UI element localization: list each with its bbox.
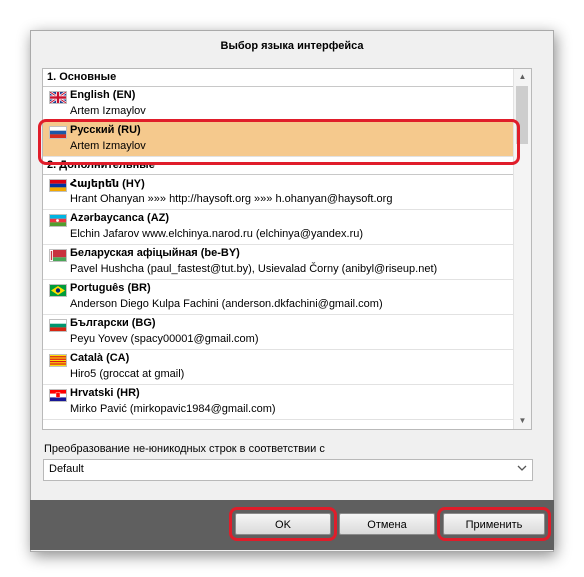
language-name: Беларуская афіцыйная (be-BY)	[70, 247, 240, 259]
encoding-select[interactable]: Default	[43, 459, 533, 481]
chevron-down-icon[interactable]	[516, 462, 528, 477]
language-author: Hrant Ohanyan »»» http://haysoft.org »»»…	[70, 193, 393, 205]
language-item-be[interactable]: Беларуская афіцыйная (be-BY) Pavel Hushc…	[43, 245, 513, 280]
language-name: Български (BG)	[70, 317, 156, 329]
language-name: English (EN)	[70, 89, 136, 101]
language-author: Peyu Yovev (spacy00001@gmail.com)	[70, 333, 259, 345]
ok-button-highlight	[229, 507, 337, 541]
catalonia-flag-icon	[49, 354, 67, 367]
brazil-flag-icon	[49, 284, 67, 297]
language-item-br[interactable]: Português (BR) Anderson Diego Kulpa Fach…	[43, 280, 513, 315]
language-item-hr[interactable]: Hrvatski (HR) Mirko Pavić (mirkopavic198…	[43, 385, 513, 420]
uk-flag-icon	[49, 91, 67, 104]
language-item-bg[interactable]: Български (BG) Peyu Yovev (spacy00001@gm…	[43, 315, 513, 350]
language-author: Pavel Hushcha (paul_fastest@tut.by), Usi…	[70, 263, 438, 275]
language-name: Hrvatski (HR)	[70, 387, 140, 399]
bulgaria-flag-icon	[49, 319, 67, 332]
azerbaijan-flag-icon	[49, 214, 67, 227]
language-name: Հայերեն (HY)	[70, 178, 145, 190]
language-item-ca[interactable]: Català (CA) Hiro5 (groccat at gmail)	[43, 350, 513, 385]
encoding-value: Default	[49, 463, 84, 475]
language-author: Mirko Pavić (mirkopavic1984@gmail.com)	[70, 403, 276, 415]
language-author: Elchin Jafarov www.elchinya.narod.ru (el…	[70, 228, 364, 240]
language-author: Hiro5 (groccat at gmail)	[70, 368, 185, 380]
belarus-flag-icon	[49, 249, 67, 262]
language-author: Anderson Diego Kulpa Fachini (anderson.d…	[70, 298, 383, 310]
apply-button-highlight	[437, 507, 551, 541]
selected-language-highlight	[38, 119, 520, 165]
language-item-hy[interactable]: Հայերեն (HY) Hrant Ohanyan »»» http://ha…	[43, 175, 513, 210]
cancel-button[interactable]: Отмена	[339, 513, 435, 535]
croatia-flag-icon	[49, 389, 67, 402]
encoding-label: Преобразование не-юникодных строк в соот…	[44, 443, 325, 455]
dialog-footer: OK Отмена Применить	[30, 500, 554, 550]
scroll-down-icon[interactable]: ▼	[514, 413, 531, 429]
armenia-flag-icon	[49, 179, 67, 192]
group-header-main: 1. Основные	[43, 69, 517, 87]
dialog-title: Выбор языка интерфейса	[220, 40, 364, 52]
scroll-up-icon[interactable]: ▲	[514, 69, 531, 85]
language-item-en[interactable]: English (EN) Artem Izmaylov	[43, 87, 513, 122]
language-author: Artem Izmaylov	[70, 105, 146, 117]
language-name: Azərbaycanca (AZ)	[70, 212, 170, 224]
language-name: Català (CA)	[70, 352, 130, 364]
language-name: Português (BR)	[70, 282, 151, 294]
language-item-az[interactable]: Azərbaycanca (AZ) Elchin Jafarov www.elc…	[43, 210, 513, 245]
